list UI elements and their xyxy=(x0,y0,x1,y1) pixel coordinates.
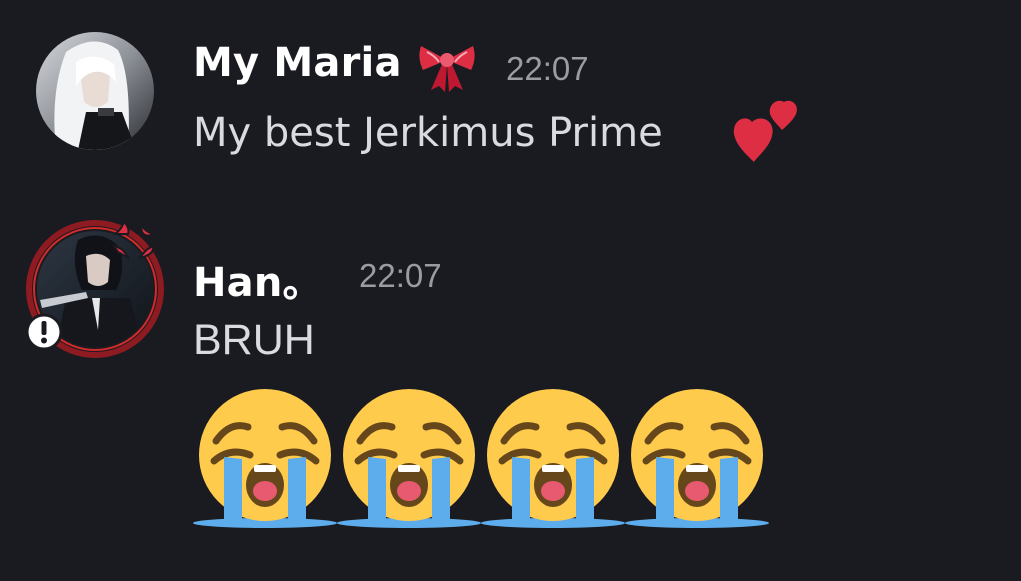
avatar[interactable] xyxy=(36,32,154,150)
username[interactable]: My Maria xyxy=(193,40,402,86)
timestamp: 22:07 xyxy=(359,257,442,294)
ribbon-icon xyxy=(417,40,477,96)
loudly-crying-face-icon xyxy=(622,383,772,533)
exclamation-badge-icon xyxy=(24,312,64,356)
loudly-crying-face-icon xyxy=(334,383,484,533)
timestamp: 22:07 xyxy=(506,50,589,87)
two-hearts-icon xyxy=(732,100,802,170)
chat-view: My Maria 22:07 My best Jerkimus Prime Ha… xyxy=(0,0,1021,581)
message-han: Han。 22:07 BRUH xyxy=(0,200,1021,581)
username[interactable]: Han。 xyxy=(193,250,323,308)
message-my-maria: My Maria 22:07 My best Jerkimus Prime xyxy=(0,0,1021,200)
message-text: BRUH xyxy=(193,316,315,364)
anger-symbol-icon xyxy=(108,214,160,270)
message-text: My best Jerkimus Prime xyxy=(193,110,663,156)
loudly-crying-face-icon xyxy=(478,383,628,533)
loudly-crying-face-icon xyxy=(190,383,340,533)
